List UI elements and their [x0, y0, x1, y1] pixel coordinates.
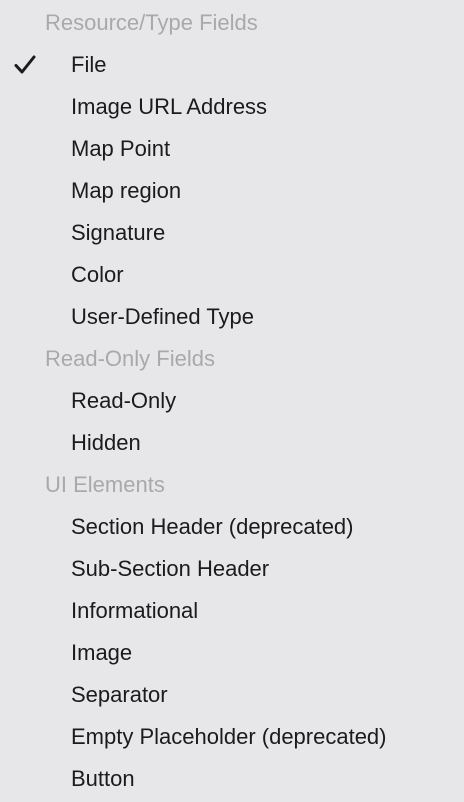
menu-item-image-url-address[interactable]: Image URL Address: [0, 86, 464, 128]
menu-item-label: Sub-Section Header: [71, 556, 270, 581]
menu-item-label: File: [71, 52, 107, 77]
section-header-ui-elements: UI Elements: [0, 464, 464, 506]
menu-item-sub-section-header[interactable]: Sub-Section Header: [0, 548, 464, 590]
menu-item-signature[interactable]: Signature: [0, 212, 464, 254]
menu-item-empty-placeholder-deprecated[interactable]: Empty Placeholder (deprecated): [0, 716, 464, 758]
menu-item-hidden[interactable]: Hidden: [0, 422, 464, 464]
menu-item-label: Map Point: [71, 136, 171, 161]
menu-item-label: Separator: [71, 682, 168, 707]
menu-item-label: Button: [71, 766, 135, 791]
menu-item-label: Signature: [71, 220, 166, 245]
menu-item-color[interactable]: Color: [0, 254, 464, 296]
section-header-resource-type-fields: Resource/Type Fields: [0, 2, 464, 44]
menu-item-read-only[interactable]: Read-Only: [0, 380, 464, 422]
section-header-read-only-fields: Read-Only Fields: [0, 338, 464, 380]
menu-item-label: Empty Placeholder (deprecated): [71, 724, 387, 749]
section-header-label: Resource/Type Fields: [45, 10, 258, 35]
menu-item-label: Informational: [71, 598, 199, 623]
section-header-label: UI Elements: [45, 472, 165, 497]
menu-item-section-header-deprecated[interactable]: Section Header (deprecated): [0, 506, 464, 548]
menu-item-label: User-Defined Type: [71, 304, 255, 329]
menu-item-label: Hidden: [71, 430, 141, 455]
checkmark-icon: [14, 55, 36, 74]
menu-item-label: Image: [71, 640, 133, 665]
menu-item-image[interactable]: Image: [0, 632, 464, 674]
menu-item-map-point[interactable]: Map Point: [0, 128, 464, 170]
menu-item-label: Color: [71, 262, 124, 287]
menu-item-map-region[interactable]: Map region: [0, 170, 464, 212]
menu-item-informational[interactable]: Informational: [0, 590, 464, 632]
menu-item-label: Image URL Address: [71, 94, 268, 119]
menu-item-label: Read-Only: [71, 388, 177, 413]
menu-item-user-defined-type[interactable]: User-Defined Type: [0, 296, 464, 338]
menu-item-label: Map region: [71, 178, 182, 203]
menu-item-file[interactable]: File: [0, 44, 464, 86]
menu-item-button[interactable]: Button: [0, 758, 464, 800]
menu-item-separator[interactable]: Separator: [0, 674, 464, 716]
field-type-menu: Resource/Type Fields File Image URL Addr…: [0, 0, 464, 802]
menu-item-label: Section Header (deprecated): [71, 514, 354, 539]
section-header-label: Read-Only Fields: [45, 346, 215, 371]
